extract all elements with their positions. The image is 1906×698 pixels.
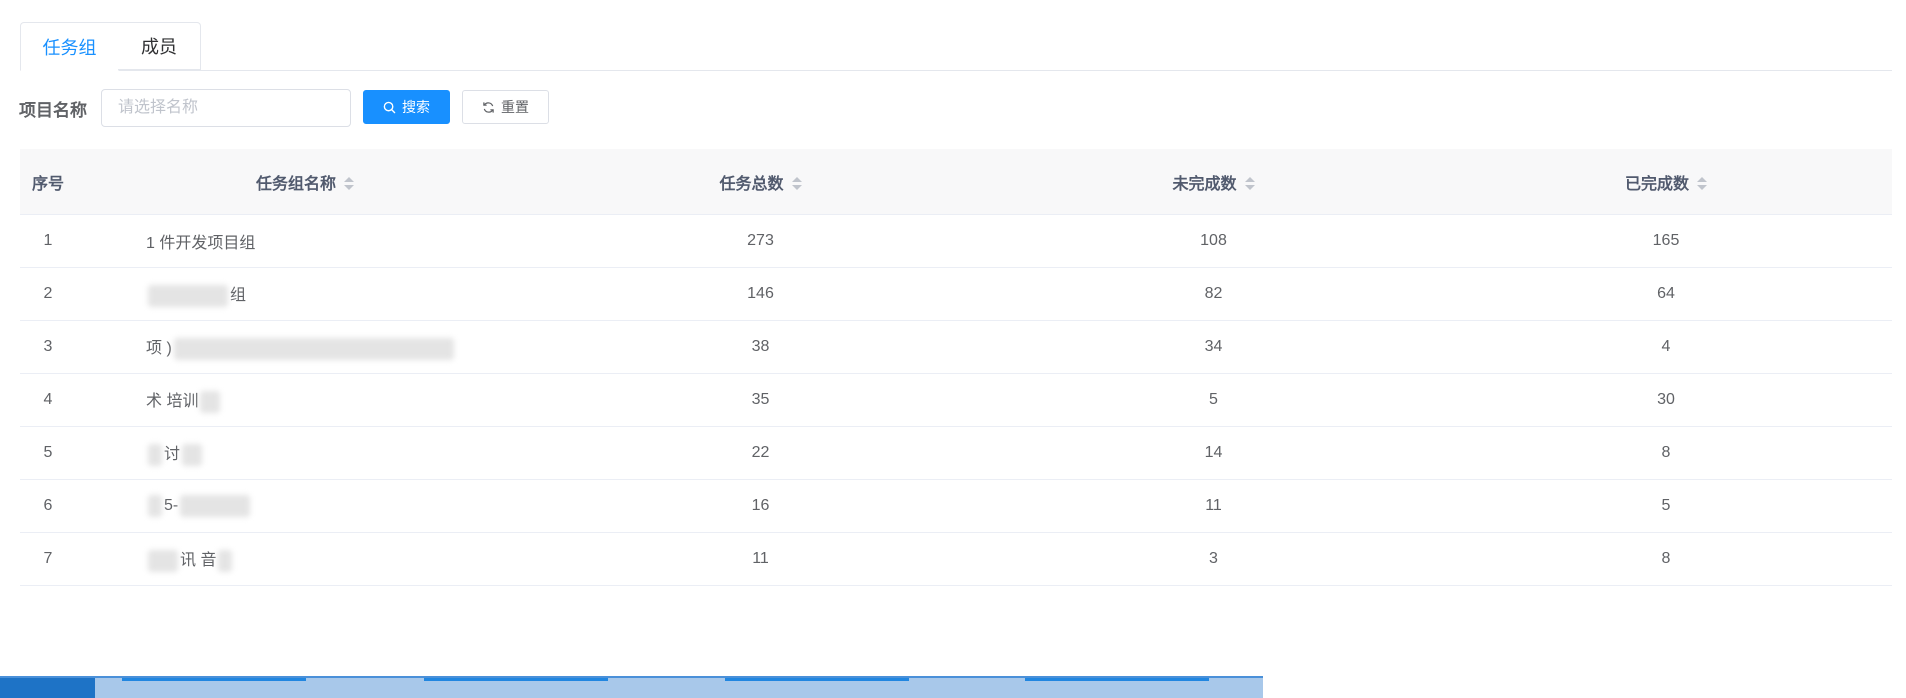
row-total: 38 bbox=[534, 320, 987, 374]
reset-button[interactable]: 重置 bbox=[462, 90, 549, 124]
row-total: 273 bbox=[534, 214, 987, 268]
tab-bar: 任务组 成员 bbox=[20, 22, 1892, 71]
row-total: 22 bbox=[534, 426, 987, 480]
row-task-group-name[interactable]: 项 ) bbox=[76, 320, 534, 374]
row-incomplete: 34 bbox=[987, 320, 1440, 374]
bottom-taskbar bbox=[0, 676, 1263, 698]
row-task-group-name[interactable]: 术 培训 bbox=[76, 373, 534, 427]
tab-members[interactable]: 成员 bbox=[118, 22, 201, 70]
redacted-text bbox=[182, 443, 203, 466]
row-complete: 30 bbox=[1440, 373, 1892, 427]
column-header-total[interactable]: 任务总数 bbox=[534, 149, 987, 215]
redacted-text bbox=[148, 549, 178, 572]
table-row[interactable]: 6 5- 16 11 5 bbox=[20, 479, 1892, 533]
search-icon bbox=[383, 101, 396, 114]
row-index: 2 bbox=[20, 267, 76, 321]
row-incomplete: 5 bbox=[987, 373, 1440, 427]
row-total: 35 bbox=[534, 373, 987, 427]
taskbar-item[interactable] bbox=[424, 678, 608, 681]
row-incomplete: 3 bbox=[987, 532, 1440, 586]
sort-icon[interactable] bbox=[344, 176, 354, 192]
reset-button-label: 重置 bbox=[501, 99, 529, 115]
task-group-table: 序号 任务组名称 任务总数 未完成数 已完成数 1 1 件开发项目组 273 1… bbox=[20, 149, 1892, 586]
column-header-task-group-name[interactable]: 任务组名称 bbox=[76, 149, 534, 215]
taskbar-item[interactable] bbox=[1025, 678, 1209, 681]
row-index: 3 bbox=[20, 320, 76, 374]
redacted-text bbox=[173, 337, 454, 360]
redacted-text bbox=[200, 390, 221, 413]
row-incomplete: 108 bbox=[987, 214, 1440, 268]
sort-icon[interactable] bbox=[791, 176, 802, 192]
row-task-group-name[interactable]: 讯 音 bbox=[76, 532, 534, 586]
table-row[interactable]: 5 讨 22 14 8 bbox=[20, 426, 1892, 480]
table-row[interactable]: 1 1 件开发项目组 273 108 165 bbox=[20, 214, 1892, 268]
redacted-text bbox=[148, 495, 162, 517]
row-total: 11 bbox=[534, 532, 987, 586]
refresh-icon bbox=[482, 101, 495, 114]
table-header-row: 序号 任务组名称 任务总数 未完成数 已完成数 bbox=[20, 149, 1892, 215]
column-header-index: 序号 bbox=[20, 149, 76, 215]
table-row[interactable]: 4 术 培训 35 5 30 bbox=[20, 373, 1892, 427]
row-complete: 4 bbox=[1440, 320, 1892, 374]
column-header-complete[interactable]: 已完成数 bbox=[1440, 149, 1892, 215]
row-complete: 8 bbox=[1440, 532, 1892, 586]
sort-icon[interactable] bbox=[1244, 176, 1255, 192]
table-row[interactable]: 3 项 ) 38 34 4 bbox=[20, 320, 1892, 374]
row-index: 1 bbox=[20, 214, 76, 268]
table-row[interactable]: 2 组 146 82 64 bbox=[20, 267, 1892, 321]
project-name-label: 项目名称 bbox=[19, 101, 87, 120]
row-incomplete: 14 bbox=[987, 426, 1440, 480]
redacted-text bbox=[180, 495, 251, 517]
redacted-text bbox=[148, 443, 162, 466]
row-incomplete: 82 bbox=[987, 267, 1440, 321]
project-name-input[interactable] bbox=[101, 89, 351, 127]
row-complete: 5 bbox=[1440, 479, 1892, 533]
row-task-group-name[interactable]: 1 件开发项目组 bbox=[76, 214, 534, 268]
search-button-label: 搜索 bbox=[402, 99, 430, 115]
sort-icon[interactable] bbox=[1697, 176, 1707, 192]
row-task-group-name[interactable]: 组 bbox=[76, 267, 534, 321]
row-index: 6 bbox=[20, 479, 76, 533]
redacted-text bbox=[148, 284, 228, 307]
taskbar-start-block[interactable] bbox=[0, 678, 95, 698]
tab-task-group[interactable]: 任务组 bbox=[20, 22, 119, 71]
taskbar-item[interactable] bbox=[122, 678, 306, 681]
row-complete: 165 bbox=[1440, 214, 1892, 268]
row-complete: 64 bbox=[1440, 267, 1892, 321]
row-task-group-name[interactable]: 5- bbox=[76, 479, 534, 533]
row-complete: 8 bbox=[1440, 426, 1892, 480]
column-header-incomplete[interactable]: 未完成数 bbox=[987, 149, 1440, 215]
search-button[interactable]: 搜索 bbox=[363, 90, 450, 124]
redacted-text bbox=[218, 549, 233, 572]
table-row[interactable]: 7 讯 音 11 3 8 bbox=[20, 532, 1892, 586]
row-index: 5 bbox=[20, 426, 76, 480]
row-total: 146 bbox=[534, 267, 987, 321]
row-incomplete: 11 bbox=[987, 479, 1440, 533]
row-index: 4 bbox=[20, 373, 76, 427]
row-index: 7 bbox=[20, 532, 76, 586]
row-task-group-name[interactable]: 讨 bbox=[76, 426, 534, 480]
taskbar-item[interactable] bbox=[725, 678, 909, 681]
row-total: 16 bbox=[534, 479, 987, 533]
